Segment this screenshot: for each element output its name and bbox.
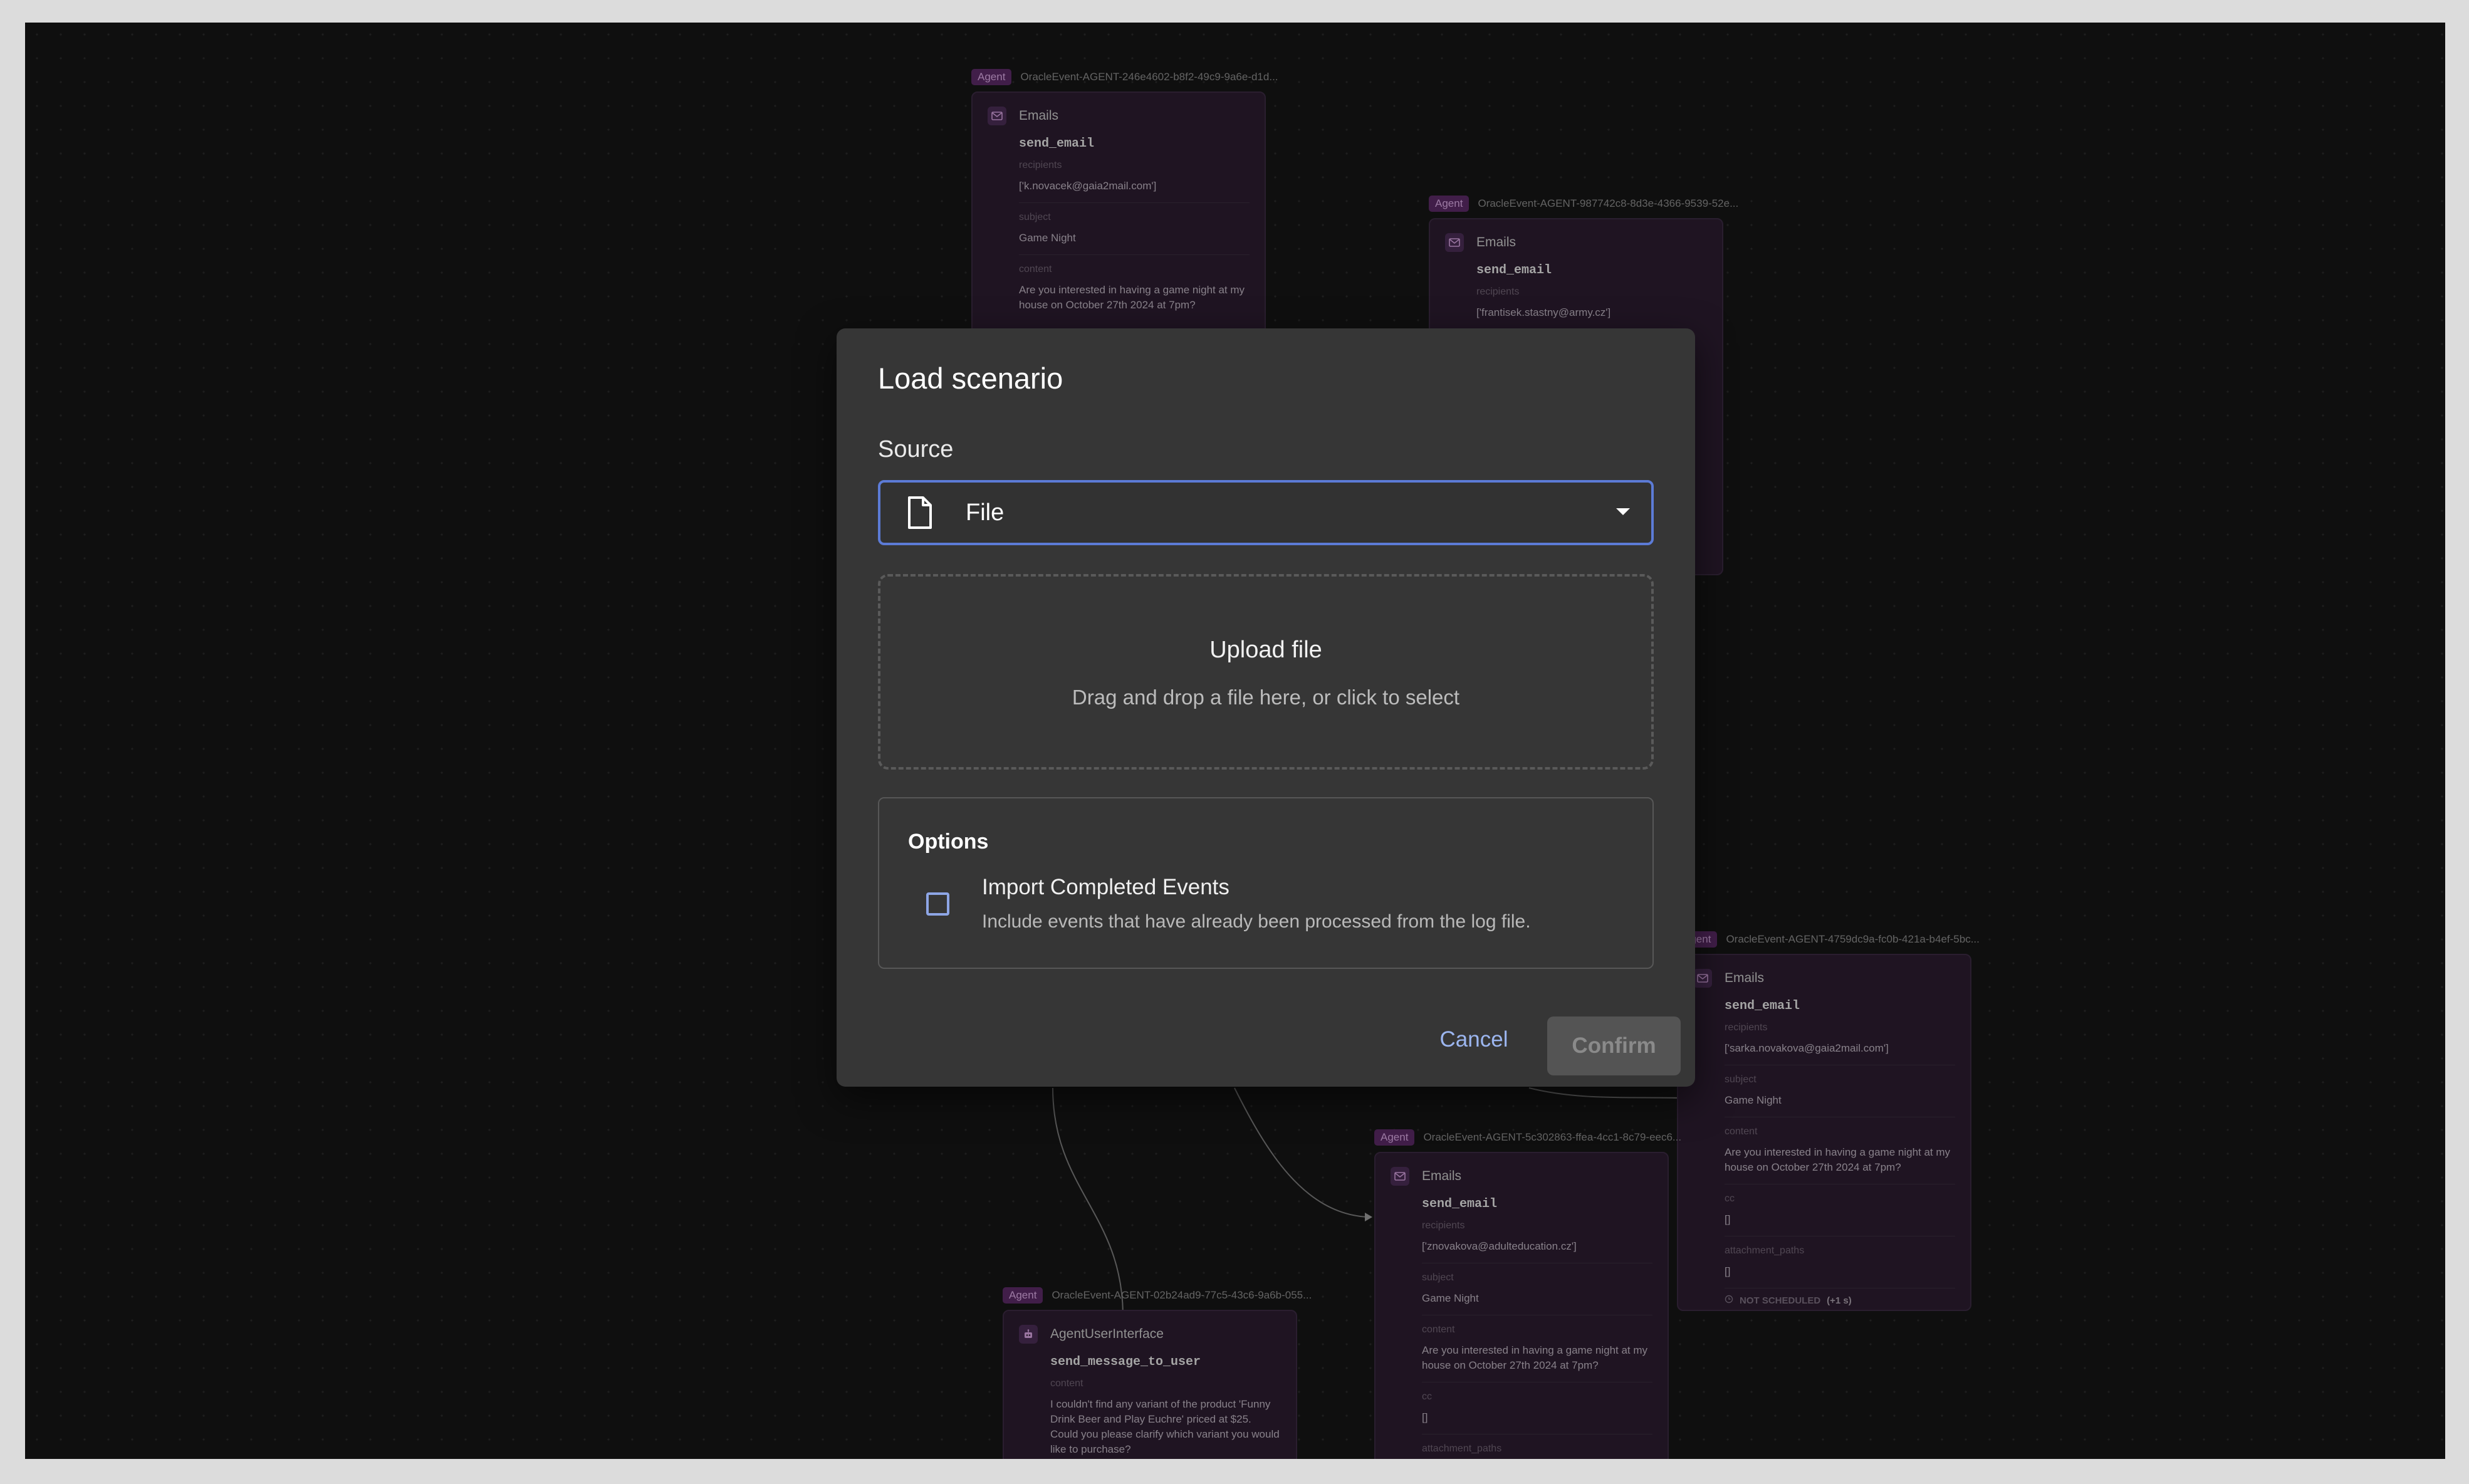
options-panel: Options Import Completed Events Include … (878, 797, 1654, 969)
import-completed-label[interactable]: Import Completed Events (982, 875, 1229, 900)
options-title: Options (908, 830, 989, 854)
cancel-button[interactable]: Cancel (1433, 1021, 1515, 1058)
source-label: Source (878, 436, 954, 462)
file-dropzone[interactable]: Upload file Drag and drop a file here, o… (878, 574, 1654, 770)
import-completed-description: Include events that have already been pr… (982, 911, 1531, 932)
import-completed-checkbox[interactable] (926, 892, 949, 916)
source-select-value: File (966, 499, 1005, 526)
load-scenario-dialog: Load scenario Source File Upload file Dr… (837, 328, 1695, 1087)
file-icon (904, 495, 934, 530)
source-select[interactable]: File (878, 480, 1654, 545)
dropzone-title: Upload file (1209, 637, 1322, 663)
dialog-title: Load scenario (878, 362, 1063, 395)
chevron-down-icon[interactable] (1615, 506, 1631, 520)
confirm-button[interactable]: Confirm (1547, 1016, 1681, 1075)
dropzone-subtitle: Drag and drop a file here, or click to s… (1072, 686, 1460, 709)
